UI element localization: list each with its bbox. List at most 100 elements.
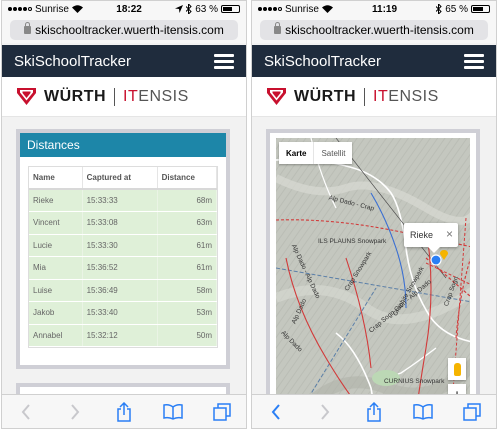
share-icon [117, 401, 131, 422]
cell-name: Vincent [29, 211, 83, 235]
back-icon [22, 403, 31, 420]
url-text: skischooltracker.wuerth-itensis.com [285, 23, 474, 37]
tabs-button[interactable] [460, 400, 484, 424]
cell-time: 15:33:30 [82, 234, 158, 257]
hamburger-menu-icon[interactable] [214, 53, 234, 69]
cell-time: 15:33:33 [82, 189, 158, 212]
safari-toolbar [252, 394, 496, 428]
cell-name: Mia [29, 256, 83, 280]
ski-map[interactable]: Alp Dado - Crap ILS PLAUNS Snowpark Crap… [276, 138, 470, 418]
bluetooth-icon [436, 4, 442, 14]
wifi-icon [321, 5, 333, 13]
bookmarks-button[interactable] [411, 400, 435, 424]
wuerth-logo-icon [17, 88, 36, 105]
cell-distance: 68m [157, 189, 218, 212]
cell-time: 15:33:40 [82, 301, 158, 325]
distances-title: Distances [20, 133, 226, 157]
forward-button[interactable] [313, 400, 337, 424]
battery-percent: 65 % [445, 3, 468, 15]
battery-icon [221, 5, 240, 13]
table-row: Annabel 15:32:12 50m [29, 324, 218, 347]
tabs-button[interactable] [210, 400, 234, 424]
table-row: Rieke 15:33:33 68m [29, 189, 218, 212]
url-field[interactable]: skischooltracker.wuerth-itensis.com [10, 20, 238, 40]
cell-distance: 53m [157, 301, 218, 325]
carrier-label: Sunrise [35, 3, 69, 15]
clock: 11:19 [372, 3, 398, 15]
column-header-captured[interactable]: Captured at [82, 167, 158, 190]
app-title[interactable]: SkiSchoolTracker [264, 53, 381, 70]
brand-logo-bar: WÜRTH ITENSIS [252, 77, 496, 117]
app-header: SkiSchoolTracker [252, 43, 496, 77]
brand-subname: ITENSIS [373, 87, 439, 105]
share-button[interactable] [112, 400, 136, 424]
location-arrow-icon [175, 5, 184, 13]
distances-card: Distances Name Captured at Distance Riek… [16, 129, 230, 369]
bluetooth-icon [186, 4, 192, 14]
hamburger-menu-icon[interactable] [464, 53, 484, 69]
lock-icon [24, 22, 32, 34]
battery-icon [470, 5, 490, 13]
forward-icon [321, 403, 330, 420]
distances-table: Name Captured at Distance Rieke 15:33:33 6… [29, 167, 218, 347]
status-bar: Sunrise 11:19 65 % [252, 1, 496, 17]
cell-time: 15:36:52 [82, 256, 158, 280]
cell-distance: 63m [157, 211, 218, 235]
back-button[interactable] [264, 400, 288, 424]
logo-divider [364, 87, 366, 106]
marker-info-popup: Rieke × [404, 223, 458, 253]
cell-distance: 50m [157, 324, 218, 347]
cell-distance: 61m [157, 234, 218, 257]
cell-time: 15:33:08 [82, 211, 158, 235]
table-row: Mia 15:36:52 61m [29, 256, 218, 280]
phone-left: Sunrise 18:22 63 % skischooltracker.wuer… [1, 0, 247, 429]
page-content: Alp Dado - Crap ILS PLAUNS Snowpark Crap… [252, 119, 496, 428]
table-row: Lucie 15:33:30 61m [29, 234, 218, 257]
battery-percent: 63 % [195, 3, 218, 15]
back-icon [272, 403, 281, 420]
forward-button[interactable] [63, 400, 87, 424]
cell-name: Rieke [29, 189, 83, 212]
wuerth-logo-icon [267, 88, 286, 105]
back-button[interactable] [14, 400, 38, 424]
map-type-karte-button[interactable]: Karte [279, 142, 313, 164]
map-label: CURNIUS Snowpark [384, 378, 445, 385]
forward-icon [71, 403, 80, 420]
signal-dots-icon [258, 7, 282, 11]
map-type-satellit-button[interactable]: Satellit [313, 142, 352, 164]
cell-time: 15:32:12 [82, 324, 158, 347]
cell-distance: 61m [157, 256, 218, 280]
map-card: Alp Dado - Crap ILS PLAUNS Snowpark Crap… [266, 129, 480, 428]
lock-icon [274, 22, 282, 34]
page-content: Distances Name Captured at Distance Riek… [2, 119, 246, 423]
carrier-label: Sunrise [285, 3, 319, 15]
pegman-button[interactable] [448, 358, 466, 380]
bookmarks-button[interactable] [161, 400, 185, 424]
cell-name: Jakob [29, 301, 83, 325]
url-field[interactable]: skischooltracker.wuerth-itensis.com [260, 20, 488, 40]
close-icon[interactable]: × [446, 227, 453, 241]
app-header: SkiSchoolTracker [2, 43, 246, 77]
phone-right: Sunrise 11:19 65 % skischooltracker.wuer… [251, 0, 497, 429]
share-button[interactable] [362, 400, 386, 424]
map-type-toggle: Karte Satellit [279, 142, 353, 164]
clock: 18:22 [116, 3, 142, 15]
brand-name: WÜRTH [44, 87, 107, 105]
column-header-name[interactable]: Name [29, 167, 83, 190]
url-text: skischooltracker.wuerth-itensis.com [35, 23, 224, 37]
brand-subname: ITENSIS [123, 87, 189, 105]
column-header-distance[interactable]: Distance [157, 167, 218, 190]
cell-name: Lucie [29, 234, 83, 257]
url-bar[interactable]: skischooltracker.wuerth-itensis.com [252, 17, 496, 43]
bookmarks-icon [413, 403, 433, 420]
tabs-icon [212, 402, 231, 421]
url-bar[interactable]: skischooltracker.wuerth-itensis.com [2, 17, 246, 43]
popup-name: Rieke [410, 230, 434, 240]
cell-name: Annabel [29, 324, 83, 347]
cell-name: Luise [29, 279, 83, 302]
cell-distance: 58m [157, 279, 218, 302]
table-row: Vincent 15:33:08 63m [29, 211, 218, 235]
table-row: Luise 15:36:49 58m [29, 279, 218, 302]
app-title[interactable]: SkiSchoolTracker [14, 53, 131, 70]
brand-name: WÜRTH [294, 87, 357, 105]
